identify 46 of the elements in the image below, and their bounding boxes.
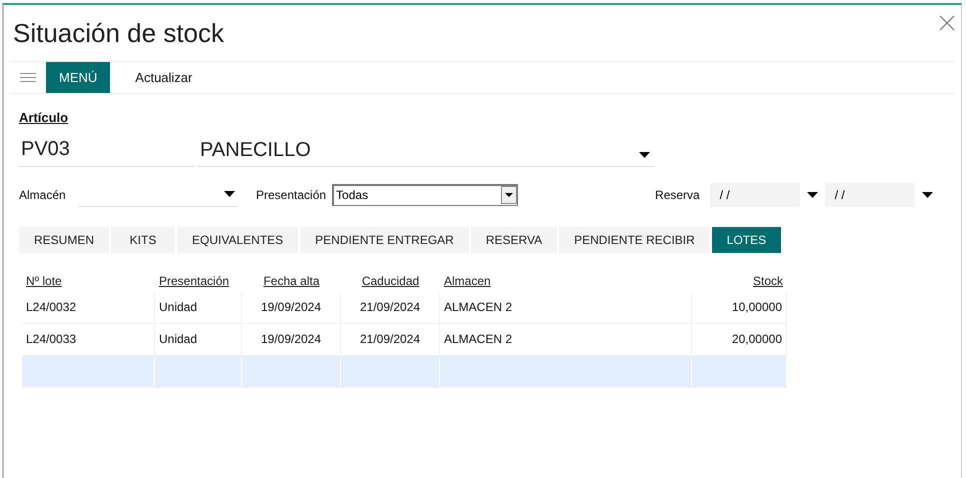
table-cell-text: 19/09/2024 <box>260 299 322 316</box>
tab[interactable]: RESERVA <box>470 226 558 252</box>
menu-button[interactable]: MENÚ <box>46 62 110 93</box>
dropdown-caret-icon[interactable] <box>224 191 235 197</box>
table-row[interactable]: L24/0032 Unidad 19/09/2024 21/09/2024 ALMACEN 2 10,00000 <box>22 292 787 324</box>
reservation-label: Reserva <box>655 186 700 204</box>
refresh-button[interactable]: Actualizar <box>110 62 218 93</box>
table-cell-text: L24/0032 <box>26 299 76 316</box>
table-cell-text: 20,00000 <box>732 331 782 348</box>
reservation-to-field[interactable]: / / <box>824 182 915 206</box>
table-cell-text: 10,00000 <box>732 299 782 316</box>
column-header[interactable]: Almacen <box>444 272 491 290</box>
article-name-field[interactable]: PANECILLO <box>198 134 654 166</box>
tab[interactable]: RESUMEN <box>19 226 110 252</box>
table-cell-text: Unidad <box>159 299 198 316</box>
dropdown-caret-icon[interactable] <box>639 152 650 158</box>
tab[interactable]: PENDIENTE RECIBIR <box>559 226 710 252</box>
table-cell-text: 19/09/2024 <box>260 331 322 348</box>
reservation-from-field[interactable]: / / <box>710 182 800 206</box>
column-header[interactable]: Fecha alta <box>263 272 320 290</box>
presentation-label: Presentación <box>256 186 326 204</box>
column-header[interactable]: Caducidad <box>362 272 420 290</box>
table-cell-text: ALMACEN 2 <box>444 299 512 316</box>
table-cell-text: 21/09/2024 <box>360 299 420 316</box>
dropdown-caret-icon[interactable] <box>806 192 818 198</box>
tab[interactable]: KITS <box>111 226 176 252</box>
tab[interactable]: LOTES <box>712 226 782 252</box>
article-label: Artículo <box>19 109 70 127</box>
column-header[interactable]: Stock <box>752 272 783 290</box>
dropdown-caret-icon[interactable] <box>505 193 514 197</box>
menu-icon[interactable] <box>20 73 36 82</box>
table-cell-text: Unidad <box>159 331 198 348</box>
dropdown-caret-icon[interactable] <box>922 192 933 198</box>
column-header[interactable]: Nº lote <box>26 272 62 290</box>
table-cell-text: L24/0033 <box>26 331 76 348</box>
article-code-field[interactable]: PV03 <box>19 134 194 166</box>
table-cell-text: ALMACEN 2 <box>444 331 512 348</box>
window-title: Situación de stock <box>13 17 224 49</box>
tab[interactable]: EQUIVALENTES <box>177 226 298 252</box>
close-icon[interactable] <box>939 15 955 31</box>
warehouse-label: Almacén <box>19 186 67 204</box>
tab[interactable]: PENDIENTE ENTREGAR <box>300 226 469 252</box>
table-row[interactable]: L24/0033 Unidad 19/09/2024 21/09/2024 ALMACEN 2 20,00000 <box>22 324 787 356</box>
column-header[interactable]: Presentación <box>159 272 230 290</box>
table-cell-text: 21/09/2024 <box>360 331 420 348</box>
presentation-select[interactable]: Todas <box>332 184 518 206</box>
